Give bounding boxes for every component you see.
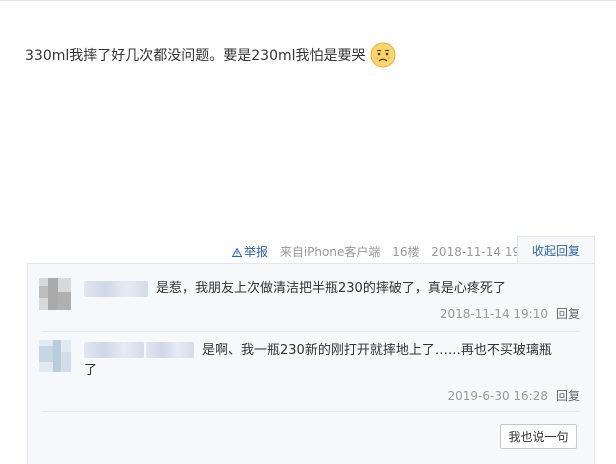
collapse-replies-button[interactable]: 收起回复 bbox=[517, 236, 595, 264]
reply-text-line2: 了 bbox=[84, 363, 98, 378]
reply-button[interactable]: 回复 bbox=[556, 389, 580, 403]
add-comment-button[interactable]: 我也说一句 bbox=[500, 424, 577, 449]
reply-divider bbox=[42, 411, 580, 412]
warning-icon bbox=[232, 248, 242, 257]
avatar[interactable] bbox=[39, 340, 71, 372]
avatar[interactable] bbox=[39, 278, 71, 310]
post-content: 330ml我摔了好几次都没问题。要是230ml我怕是要哭 bbox=[25, 42, 596, 68]
reply-time: 2018-11-14 19:10 bbox=[439, 307, 548, 321]
reply-button[interactable]: 回复 bbox=[556, 307, 580, 321]
post-text: 330ml我摔了好几次都没问题。要是230ml我怕是要哭 bbox=[25, 48, 366, 64]
username-blurred-part bbox=[146, 342, 194, 358]
reply-text: 是惹，我朋友上次做清洁把半瓶230的摔破了，真是心疼死了 bbox=[156, 281, 506, 296]
sad-face-emoji-icon bbox=[370, 42, 395, 68]
reply-text-line1: 是啊、我一瓶230新的刚打开就摔地上了……再也不买玻璃瓶 bbox=[202, 343, 552, 358]
reply-meta: 2018-11-14 19:10 回复 bbox=[440, 305, 580, 322]
post-meta: 举报 来自iPhone客户端 16楼 2018-11-14 19:07 bbox=[232, 243, 539, 260]
reply-meta: 2019-6-30 16:28 回复 bbox=[447, 387, 580, 404]
top-divider bbox=[0, 0, 616, 1]
floor-number: 16楼 bbox=[392, 245, 420, 259]
reply-time: 2019-6-30 16:28 bbox=[447, 389, 548, 403]
reply-panel: 是惹，我朋友上次做清洁把半瓶230的摔破了，真是心疼死了 2018-11-14 … bbox=[27, 263, 595, 464]
report-link[interactable]: 举报 bbox=[232, 245, 272, 259]
post-source: 来自iPhone客户端 bbox=[279, 245, 381, 259]
report-label: 举报 bbox=[244, 245, 269, 259]
reply-divider bbox=[42, 331, 580, 332]
username-blurred[interactable] bbox=[84, 281, 148, 297]
username-blurred[interactable] bbox=[84, 342, 144, 358]
